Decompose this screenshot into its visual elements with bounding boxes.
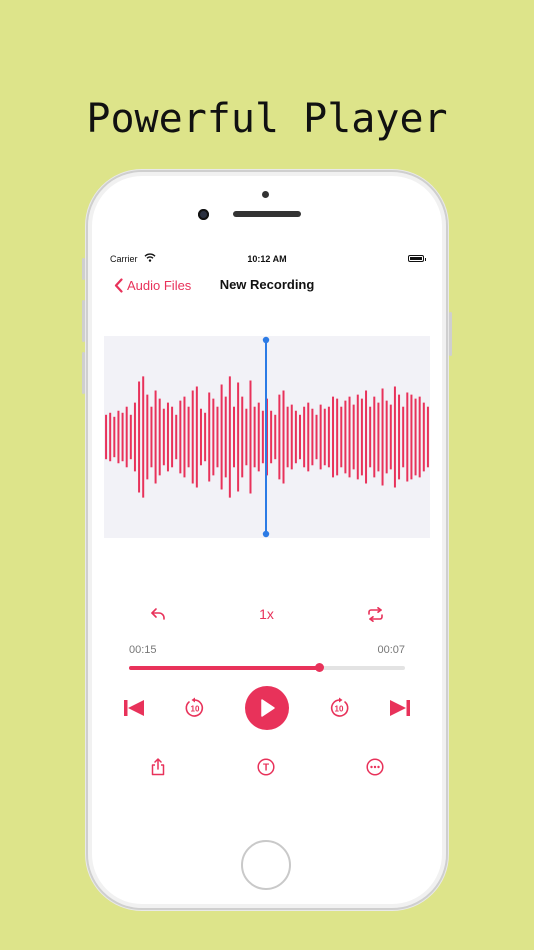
transcribe-glyph: T (263, 763, 269, 774)
front-camera (198, 209, 209, 220)
transcribe-button[interactable]: T (257, 758, 275, 776)
rewind-10-icon: 10 (185, 697, 204, 717)
progress-slider[interactable] (129, 663, 405, 672)
options-row: 1x (104, 606, 430, 622)
forward-10-label: 10 (334, 705, 343, 714)
share-icon (151, 758, 164, 776)
actions-row: T (104, 758, 430, 776)
forward-10-icon: 10 (330, 697, 349, 717)
playback-speed-button[interactable]: 1x (259, 606, 274, 622)
earpiece-speaker (233, 211, 301, 217)
play-button[interactable] (244, 686, 289, 730)
previous-button[interactable] (123, 699, 145, 717)
next-button[interactable] (389, 699, 411, 717)
phone-side-button (82, 258, 85, 280)
more-icon (366, 758, 384, 776)
rewind-10-button[interactable]: 10 (184, 697, 206, 719)
time-labels: 00:15 00:07 (129, 644, 405, 656)
progress-thumb[interactable] (314, 663, 324, 672)
phone-volume-up (82, 300, 85, 342)
remaining-time: 00:07 (377, 644, 405, 656)
phone-volume-down (82, 352, 85, 394)
waveform-view[interactable] (104, 336, 430, 538)
skip-previous-icon (124, 700, 145, 716)
progress-fill (129, 666, 320, 670)
battery-icon (408, 255, 426, 262)
rewind-10-label: 10 (191, 705, 200, 714)
waveform (105, 336, 429, 538)
playhead-bottom-handle[interactable] (262, 530, 270, 538)
app-screen: Carrier 10:12 AM Audio Files New Recordi… (104, 248, 430, 828)
forward-10-button[interactable]: 10 (328, 697, 350, 719)
more-button[interactable] (366, 758, 384, 776)
undo-button[interactable] (150, 607, 166, 621)
repeat-icon (367, 606, 383, 622)
status-bar: Carrier 10:12 AM (104, 252, 430, 266)
headline: Powerful Player (86, 96, 448, 142)
share-button[interactable] (150, 758, 166, 776)
repeat-button[interactable] (367, 606, 384, 622)
elapsed-time: 00:15 (129, 644, 157, 656)
phone-power-button (449, 312, 452, 356)
play-icon (261, 699, 275, 717)
undo-icon (151, 608, 166, 620)
text-circle-icon: T (257, 758, 275, 776)
skip-next-icon (389, 700, 410, 716)
page-title: New Recording (219, 277, 315, 292)
playhead-top-handle[interactable] (262, 336, 270, 344)
transport-row: 10 10 (104, 686, 430, 730)
phone-sensor (262, 191, 269, 198)
status-time: 10:12 AM (247, 254, 287, 264)
navigation-bar: Audio Files New Recording (104, 274, 430, 296)
home-button[interactable] (241, 840, 291, 890)
